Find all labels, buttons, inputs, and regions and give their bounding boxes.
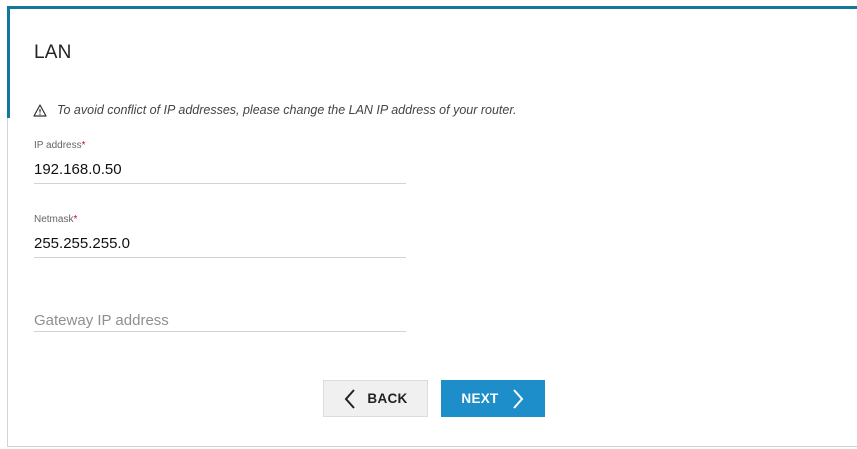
required-mark: * <box>73 214 78 225</box>
lan-settings-panel: LAN To avoid conflict of IP addresses, p… <box>7 6 857 447</box>
next-button-label: NEXT <box>461 391 499 406</box>
warning-text: To avoid conflict of IP addresses, pleas… <box>57 103 517 117</box>
page-title: LAN <box>34 42 72 63</box>
netmask-field[interactable]: Netmask* 255.255.255.0 <box>34 214 406 258</box>
panel-accent-bar <box>7 6 10 118</box>
required-mark: * <box>81 140 86 151</box>
ip-address-input[interactable]: 192.168.0.50 <box>34 161 406 183</box>
back-button-label: BACK <box>367 391 408 406</box>
ip-address-label: IP address* <box>34 140 86 151</box>
warning-message: To avoid conflict of IP addresses, pleas… <box>33 103 517 117</box>
ip-address-field[interactable]: IP address* 192.168.0.50 <box>34 140 406 184</box>
warning-triangle-icon <box>33 103 47 117</box>
gateway-field[interactable] <box>34 288 406 332</box>
gateway-ip-input[interactable] <box>34 309 406 331</box>
next-button[interactable]: NEXT <box>441 380 545 417</box>
netmask-input[interactable]: 255.255.255.0 <box>34 235 406 257</box>
netmask-label: Netmask* <box>34 214 78 225</box>
gateway-label-spacer <box>34 288 406 301</box>
chevron-right-icon <box>511 388 525 410</box>
back-button[interactable]: BACK <box>323 380 428 417</box>
chevron-left-icon <box>343 388 357 410</box>
